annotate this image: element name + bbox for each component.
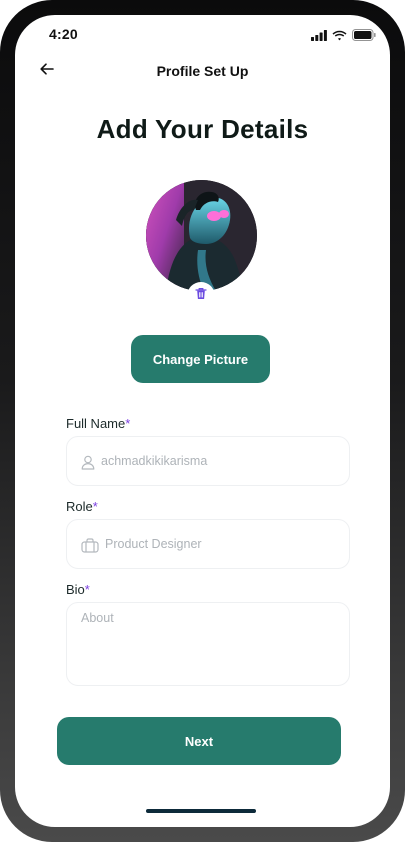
signal-icon — [311, 28, 327, 46]
top-app-bar: Profile Set Up — [15, 55, 390, 89]
role-field[interactable] — [66, 519, 350, 569]
change-picture-button[interactable]: Change Picture — [131, 335, 270, 383]
required-mark: * — [125, 416, 131, 431]
status-time: 4:20 — [49, 26, 78, 42]
required-mark: * — [84, 582, 90, 597]
next-button[interactable]: Next — [57, 717, 341, 765]
role-label: Role* — [66, 499, 98, 514]
bio-field[interactable] — [66, 602, 350, 686]
app-screen: 4:20 Profile Set Up Add Your Details Cha… — [15, 15, 390, 827]
home-indicator — [146, 809, 256, 813]
bio-label-text: Bio — [66, 582, 85, 597]
wifi-icon — [332, 28, 347, 46]
avatar-image — [146, 180, 257, 291]
delete-picture-button[interactable] — [187, 282, 215, 310]
status-bar: 4:20 — [15, 15, 390, 55]
role-input[interactable] — [105, 520, 345, 568]
bio-label: Bio* — [66, 582, 90, 597]
status-icons — [311, 28, 376, 46]
page-heading: Add Your Details — [96, 114, 309, 144]
full-name-field[interactable] — [66, 436, 350, 486]
full-name-input[interactable] — [101, 437, 341, 485]
full-name-label: Full Name* — [66, 416, 130, 431]
phone-frame: 4:20 Profile Set Up Add Your Details Cha… — [0, 0, 405, 842]
trash-icon — [195, 287, 207, 305]
header-title: Profile Set Up — [156, 63, 249, 79]
profile-picture — [146, 180, 257, 310]
battery-icon — [352, 28, 376, 46]
briefcase-icon — [80, 536, 100, 554]
required-mark: * — [92, 499, 98, 514]
bio-textarea[interactable] — [81, 611, 339, 677]
full-name-label-text: Full Name — [66, 416, 126, 431]
user-icon — [79, 453, 97, 471]
role-label-text: Role — [66, 499, 93, 514]
